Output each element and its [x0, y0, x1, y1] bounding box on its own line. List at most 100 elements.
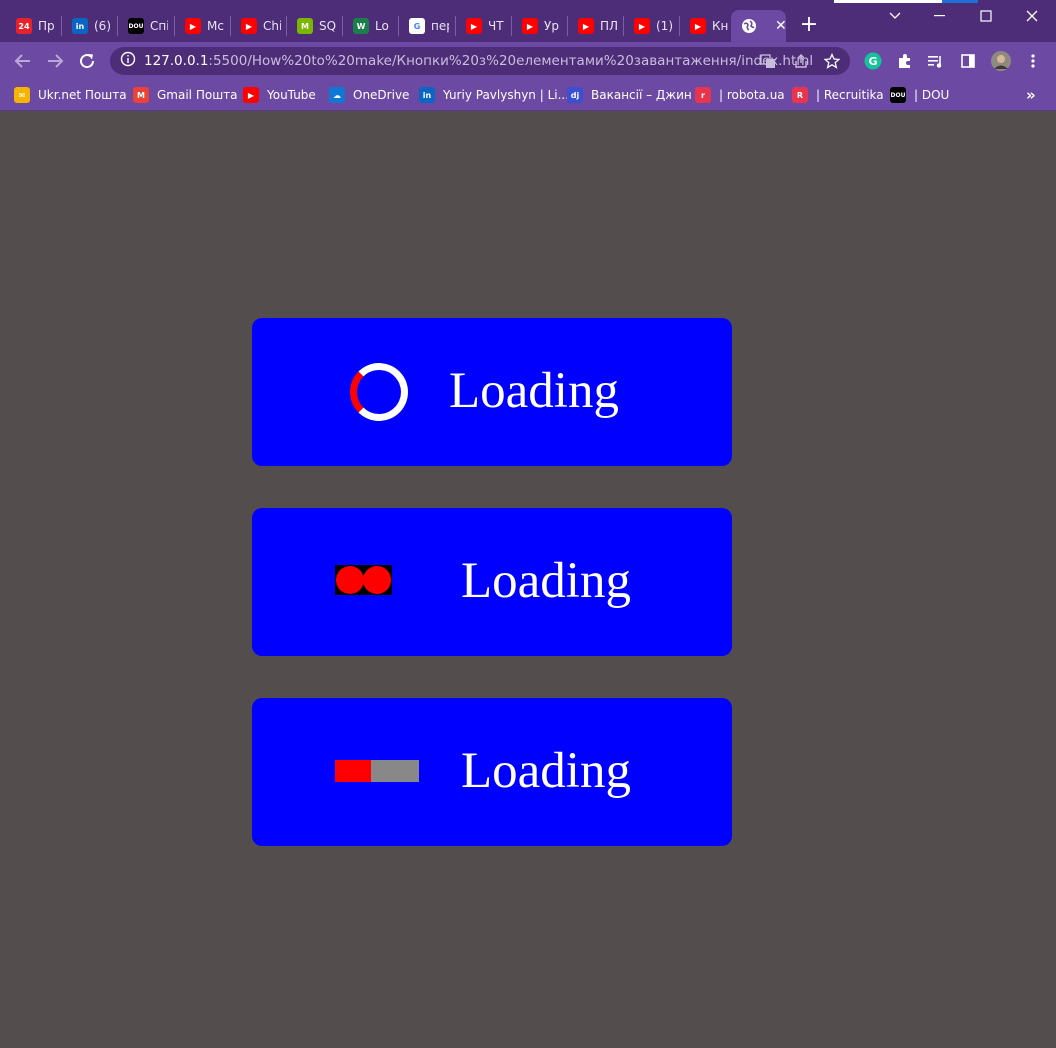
address-bar[interactable]: 127.0.0.1:5500/How%20to%20make/Кнопки%20… — [110, 47, 850, 75]
tab[interactable]: M SQ — [287, 10, 337, 42]
tab-strip: 24 Пр in (6) DOU Спі ▶ Mc ▶ Chi M SQ W Lo Gпер ▶ ЧТ ▶ Ур ▶ П… — [0, 0, 1056, 42]
bookmark-item[interactable]: ▶ YouTube — [243, 85, 316, 105]
tab-separator — [511, 16, 512, 36]
site-info-icon[interactable] — [120, 51, 136, 71]
bookmark-label: YouTube — [267, 88, 316, 102]
tab[interactable]: ▶ ПЛ — [568, 10, 618, 42]
tab-separator — [567, 16, 568, 36]
youtube-icon: ▶ — [578, 18, 594, 34]
tab-label: Ур — [544, 19, 559, 33]
bookmark-item[interactable]: R | Recruitika — [792, 85, 884, 105]
tab-separator — [117, 16, 118, 36]
side-panel-icon[interactable] — [959, 52, 977, 70]
loader-dot — [336, 566, 364, 594]
loading-button-dots[interactable]: Loading — [252, 508, 732, 656]
button-label: Loading — [461, 743, 631, 799]
tab-separator — [342, 16, 343, 36]
tab-separator — [61, 16, 62, 36]
tab-separator — [679, 16, 680, 36]
forward-icon[interactable] — [44, 50, 66, 72]
youtube-icon: ▶ — [522, 18, 538, 34]
tab[interactable]: DOU Спі — [118, 10, 168, 42]
url-text[interactable]: 127.0.0.1:5500/How%20to%20make/Кнопки%20… — [144, 53, 813, 69]
close-window-icon[interactable] — [1009, 4, 1055, 28]
tab[interactable]: ▶ Кн — [680, 10, 730, 42]
spinner-icon — [350, 363, 408, 421]
close-tab-icon[interactable]: ✕ — [775, 18, 786, 34]
dou-icon: DOU — [128, 18, 144, 34]
chevron-down-icon[interactable] — [872, 4, 918, 28]
linkedin-icon: in — [419, 87, 435, 103]
tab[interactable]: Gпер — [399, 10, 449, 42]
url-path: :5500/How%20to%20make/Кнопки%20з%20елеме… — [208, 53, 814, 69]
maximize-icon[interactable] — [963, 4, 1009, 28]
gmail-icon: M — [133, 87, 149, 103]
tab[interactable]: W Lo — [343, 10, 393, 42]
tab[interactable]: ▶ Mc — [175, 10, 225, 42]
recruitika-icon: R — [792, 87, 808, 103]
minimize-icon[interactable] — [917, 4, 963, 28]
bookmark-item[interactable]: ✉ Ukr.net Пошта — [14, 85, 127, 105]
dots-loader-icon — [335, 565, 392, 595]
tab-label: Пр — [38, 19, 55, 33]
djinni-icon: dj — [567, 87, 583, 103]
bookmark-label: OneDrive — [353, 88, 410, 102]
bookmark-item[interactable]: in Yuriy Pavlyshyn | Li... — [419, 85, 569, 105]
page-viewport: Loading Loading Loading — [0, 112, 1056, 1048]
reload-icon[interactable] — [76, 50, 98, 72]
google-icon: G — [409, 18, 425, 34]
loading-button-progress[interactable]: Loading — [252, 698, 732, 846]
youtube-icon: ▶ — [466, 18, 482, 34]
youtube-icon: ▶ — [243, 87, 259, 103]
bookmark-item[interactable]: dj Вакансії – Джин — [567, 85, 692, 105]
globe-icon — [741, 18, 757, 34]
tab-active[interactable]: ✕ — [731, 10, 786, 42]
svg-text:G: G — [868, 55, 877, 68]
grammarly-icon[interactable]: G — [864, 52, 882, 70]
tab[interactable]: ▶ (1) — [624, 10, 674, 42]
m-logo-icon: M — [297, 18, 313, 34]
window-accent — [834, 0, 942, 3]
translate-icon[interactable] — [759, 52, 777, 70]
loading-button-spinner[interactable]: Loading — [252, 318, 732, 466]
tab-label: (6) — [94, 19, 111, 33]
tab-label: Chi — [263, 19, 281, 33]
toolbar: 127.0.0.1:5500/How%20to%20make/Кнопки%20… — [0, 42, 1056, 80]
window-accent-blue — [942, 0, 978, 3]
tab[interactable]: ▶ ЧТ — [456, 10, 506, 42]
more-bookmarks-button[interactable]: » — [1026, 85, 1036, 105]
tab[interactable]: 24 Пр — [6, 10, 56, 42]
onedrive-icon: ☁ — [329, 87, 345, 103]
tab-separator — [286, 16, 287, 36]
robota-icon: r — [695, 87, 711, 103]
loader-dot — [363, 566, 391, 594]
tab[interactable]: ▶ Ур — [512, 10, 562, 42]
bookmark-label: Вакансії – Джин — [591, 88, 692, 102]
bookmark-item[interactable]: r | robota.ua — [695, 85, 785, 105]
menu-icon[interactable] — [1024, 52, 1042, 70]
tab-label: Кн — [712, 19, 729, 33]
avatar[interactable] — [991, 51, 1011, 71]
back-icon[interactable] — [12, 50, 34, 72]
tab[interactable]: ▶ Chi — [231, 10, 281, 42]
bookmark-item[interactable]: ☁ OneDrive — [329, 85, 409, 105]
youtube-icon: ▶ — [241, 18, 257, 34]
dou-icon: DOU — [890, 87, 906, 103]
bookmark-item[interactable]: DOU | DOU — [890, 85, 949, 105]
new-tab-button[interactable]: + — [798, 14, 820, 36]
extensions-icon[interactable] — [896, 52, 914, 70]
progress-bar — [335, 760, 419, 782]
bookmark-label: Yuriy Pavlyshyn | Li... — [443, 88, 570, 102]
w-logo-icon: W — [353, 18, 369, 34]
bookmarks-bar: ✉ Ukr.net Пошта M Gmail Пошта ▶ YouTube ☁ OneDr… — [0, 80, 1056, 111]
tab[interactable]: in (6) — [62, 10, 112, 42]
bookmark-label: Ukr.net Пошта — [38, 88, 127, 102]
bookmark-item[interactable]: M Gmail Пошта — [133, 85, 238, 105]
tab-label: SQ — [319, 19, 337, 33]
bookmark-label: Gmail Пошта — [157, 88, 238, 102]
tab-label: ПЛ — [600, 19, 618, 33]
media-control-icon[interactable] — [927, 52, 945, 70]
star-icon[interactable] — [823, 52, 841, 70]
share-icon[interactable] — [792, 52, 810, 70]
youtube-icon: ▶ — [634, 18, 650, 34]
